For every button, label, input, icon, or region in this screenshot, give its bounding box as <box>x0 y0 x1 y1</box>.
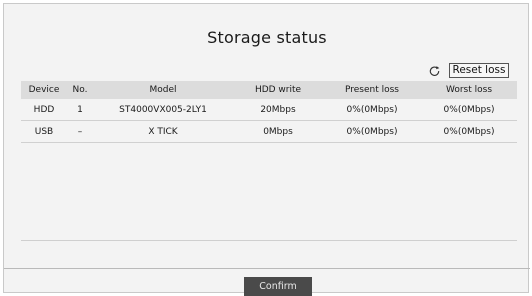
cell-present-loss: 0%(0Mbps) <box>346 104 398 115</box>
cell-no: 1 <box>77 104 83 115</box>
refresh-icon[interactable] <box>428 65 441 78</box>
column-header-model: Model <box>149 85 177 95</box>
cell-device: USB <box>34 126 54 137</box>
cell-hdd-write: 0Mbps <box>263 126 293 137</box>
column-header-worst-loss: Worst loss <box>445 85 493 95</box>
table-bottom-divider <box>21 240 517 241</box>
column-header-no: No. <box>72 85 88 95</box>
column-header-hdd-write: HDD write <box>254 85 302 95</box>
footer-divider <box>4 268 530 269</box>
confirm-button[interactable]: Confirm <box>244 277 312 296</box>
reset-loss-button[interactable]: Reset loss <box>449 63 509 78</box>
cell-hdd-write: 20Mbps <box>260 104 296 115</box>
cell-worst-loss: 0%(0Mbps) <box>443 104 495 115</box>
cell-present-loss: 0%(0Mbps) <box>346 126 398 137</box>
storage-status-dialog: Storage status Reset loss Device No. Mod… <box>3 3 530 296</box>
cell-device: HDD <box>33 104 55 115</box>
cell-worst-loss: 0%(0Mbps) <box>443 126 495 137</box>
cell-model: ST4000VX005-2LY1 <box>119 104 207 115</box>
table-row: USB – X TICK 0Mbps 0%(0Mbps) 0%(0Mbps) <box>21 121 517 143</box>
table-row: HDD 1 ST4000VX005-2LY1 20Mbps 0%(0Mbps) … <box>21 99 517 121</box>
column-header-present-loss: Present loss <box>344 85 399 95</box>
dialog-title: Storage status <box>207 28 327 47</box>
column-header-device: Device <box>28 85 60 95</box>
cell-no: – <box>77 126 83 137</box>
table-header: Device No. Model HDD write Present loss … <box>21 81 517 99</box>
cell-model: X TICK <box>148 126 178 137</box>
storage-table: Device No. Model HDD write Present loss … <box>21 81 517 143</box>
